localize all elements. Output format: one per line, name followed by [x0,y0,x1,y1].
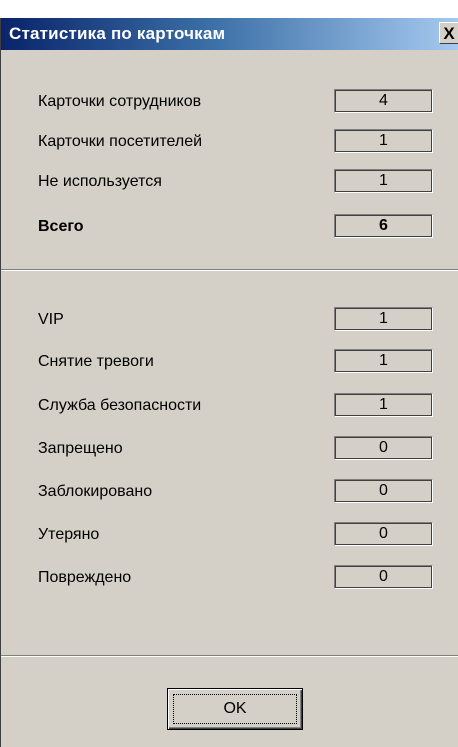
stat-value: 4 [334,89,433,113]
stat-row-damaged: Повреждено 0 [38,565,438,593]
close-icon: X [443,23,455,43]
ok-button-label: OK [223,700,247,717]
stat-row-alarm-disarm: Снятие тревоги 1 [38,349,438,377]
stat-row-forbidden: Запрещено 0 [38,436,438,464]
stat-row-security-service: Служба безопасности 1 [38,393,438,421]
stat-label: Заблокировано [38,483,153,500]
title-bar[interactable]: Статистика по карточкам X [1,18,458,50]
stat-value: 1 [334,307,433,331]
stat-label: Карточки сотрудников [38,93,202,110]
stat-label: Запрещено [38,440,123,457]
stat-label-total: Всего [38,218,84,235]
stat-row-vip: VIP 1 [38,307,438,335]
card-statistics-dialog: Статистика по карточкам X Карточки сотру… [0,18,458,747]
stat-label: Снятие тревоги [38,353,154,370]
section-divider [1,655,458,657]
stat-row-blocked: Заблокировано 0 [38,479,438,507]
section-divider [1,269,458,271]
stat-row-employee-cards: Карточки сотрудников 4 [38,89,438,117]
stat-row-total: Всего 6 [38,214,438,242]
stat-value-total: 6 [334,214,433,238]
stat-value: 1 [334,349,433,373]
stat-row-unused-cards: Не используется 1 [38,169,438,197]
stat-value: 0 [334,522,433,546]
stat-row-lost: Утеряно 0 [38,522,438,550]
close-button[interactable]: X [439,22,458,44]
stat-value: 0 [334,479,433,503]
stat-value: 0 [334,565,433,589]
stat-value: 1 [334,129,433,153]
stat-value: 1 [334,393,433,417]
stat-label: VIP [38,311,64,328]
stat-label: Служба безопасности [38,397,202,414]
stat-value: 0 [334,436,433,460]
stat-label: Не используется [38,173,162,190]
stat-value: 1 [334,169,433,193]
ok-button[interactable]: OK [167,688,303,730]
stat-label: Утеряно [38,526,100,543]
stat-label: Карточки посетителей [38,133,203,150]
stat-row-visitor-cards: Карточки посетителей 1 [38,129,438,157]
window-title: Статистика по карточкам [9,24,226,43]
stat-label: Повреждено [38,569,132,586]
